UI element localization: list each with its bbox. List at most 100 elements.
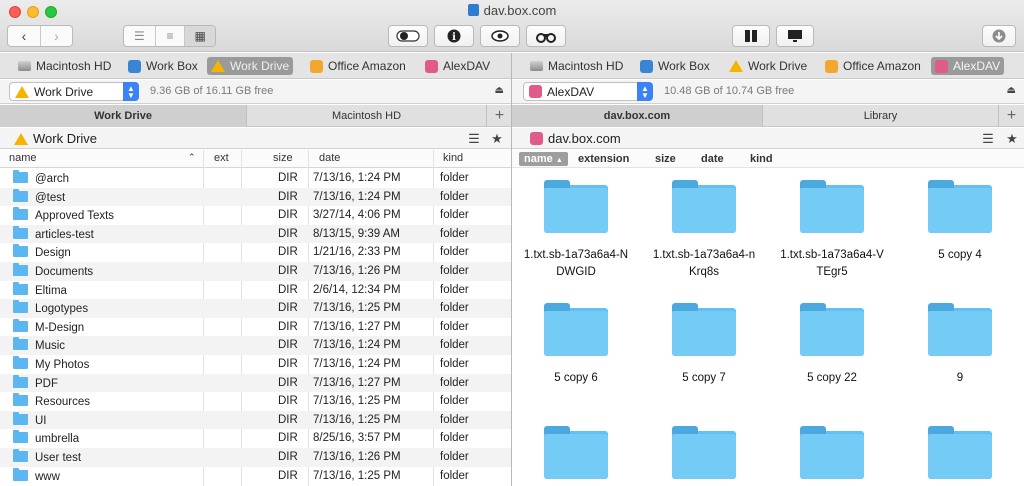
search-button[interactable] bbox=[526, 25, 566, 47]
table-row[interactable]: www DIR 7/13/16, 1:25 PM folder bbox=[0, 467, 511, 486]
eject-icon[interactable]: ⏏ bbox=[495, 85, 504, 96]
table-row[interactable]: Documents DIR 7/13/16, 1:26 PM folder bbox=[0, 261, 511, 281]
file-size: DIR bbox=[278, 172, 298, 184]
menu-icon[interactable]: ☰ bbox=[980, 131, 996, 146]
table-row[interactable]: @test DIR 7/13/16, 1:24 PM folder bbox=[0, 187, 511, 207]
grid-item[interactable]: 1.txt.sb-1a73a6a4-N DWGID bbox=[512, 180, 640, 281]
col-size[interactable]: size bbox=[273, 152, 293, 164]
sort-size[interactable]: size bbox=[655, 153, 676, 165]
tab-dav-box-com[interactable]: dav.box.com bbox=[512, 105, 762, 127]
sort-kind[interactable]: kind bbox=[750, 153, 773, 165]
grid-item[interactable]: 5 copy 4 bbox=[896, 180, 1024, 264]
sort-extension[interactable]: extension bbox=[578, 153, 629, 165]
row-name-cell: Documents bbox=[13, 262, 93, 278]
table-row[interactable]: Logotypes DIR 7/13/16, 1:25 PM folder bbox=[0, 299, 511, 318]
window-title-wrap: dav.box.com bbox=[0, 3, 1024, 18]
fav-work-box[interactable]: Work Box bbox=[124, 57, 202, 75]
folder-icon bbox=[800, 180, 864, 233]
toggle-hidden-button[interactable] bbox=[388, 25, 428, 47]
col-date[interactable]: date bbox=[319, 152, 340, 164]
table-row[interactable]: Resources DIR 7/13/16, 1:25 PM folder bbox=[0, 392, 511, 411]
fav-work-box[interactable]: Work Box bbox=[636, 57, 714, 75]
grid-item[interactable]: 9 bbox=[896, 303, 1024, 387]
table-row[interactable]: Eltima DIR 2/6/14, 12:34 PM folder bbox=[0, 281, 511, 300]
right-breadcrumb[interactable]: dav.box.com bbox=[530, 131, 621, 146]
fav-label: AlexDAV bbox=[443, 59, 491, 73]
back-button[interactable]: ‹ bbox=[8, 26, 40, 46]
webdav-icon bbox=[425, 59, 438, 73]
table-row[interactable]: My Photos DIR 7/13/16, 1:24 PM folder bbox=[0, 355, 511, 374]
grid-item[interactable] bbox=[640, 426, 768, 486]
file-date: 8/13/15, 9:39 AM bbox=[313, 227, 400, 240]
table-row[interactable]: UI DIR 7/13/16, 1:25 PM folder bbox=[0, 410, 511, 430]
table-row[interactable]: User test DIR 7/13/16, 1:26 PM folder bbox=[0, 447, 511, 467]
tab-library[interactable]: Library bbox=[762, 105, 998, 127]
star-icon[interactable]: ★ bbox=[489, 131, 505, 146]
col-name[interactable]: name bbox=[9, 152, 37, 164]
toggle-icon bbox=[396, 30, 420, 42]
left-drive-select[interactable]: Work Drive ▲ ▼ bbox=[9, 82, 139, 101]
left-path-label: Work Drive bbox=[33, 131, 98, 146]
folder-icon bbox=[13, 448, 28, 462]
file-kind: folder bbox=[440, 190, 469, 203]
add-tab-button[interactable]: + bbox=[486, 105, 512, 127]
fav-macintosh-hd[interactable]: Macintosh HD bbox=[526, 57, 627, 75]
file-date: 7/13/16, 1:24 PM bbox=[313, 357, 401, 370]
grid-item[interactable]: 5 copy 6 bbox=[512, 303, 640, 387]
table-row[interactable]: M-Design DIR 7/13/16, 1:27 PM folder bbox=[0, 318, 511, 337]
grid-item[interactable]: 5 copy 22 bbox=[768, 303, 896, 387]
col-kind[interactable]: kind bbox=[443, 152, 463, 164]
right-drive-select[interactable]: AlexDAV ▲ ▼ bbox=[523, 82, 653, 101]
list-view-icon[interactable]: ☰ bbox=[124, 26, 155, 46]
table-row[interactable]: articles-test DIR 8/13/15, 9:39 AM folder bbox=[0, 224, 511, 244]
file-size: DIR bbox=[278, 413, 298, 426]
table-row[interactable]: umbrella DIR 8/25/16, 3:57 PM folder bbox=[0, 429, 511, 448]
grid-item[interactable] bbox=[512, 426, 640, 486]
fav-office-amazon[interactable]: Office Amazon bbox=[821, 57, 925, 75]
table-row[interactable]: PDF DIR 7/13/16, 1:27 PM folder bbox=[0, 373, 511, 393]
amazon-icon bbox=[310, 59, 323, 73]
table-row[interactable]: Design DIR 1/21/16, 2:33 PM folder bbox=[0, 243, 511, 262]
forward-button[interactable]: › bbox=[40, 26, 72, 46]
right-drive-bar: AlexDAV ▲ ▼ 10.48 GB of 10.74 GB free ⏏ bbox=[512, 80, 1024, 104]
eject-icon[interactable]: ⏏ bbox=[1007, 85, 1016, 96]
grid-item[interactable] bbox=[768, 426, 896, 486]
file-size: DIR bbox=[278, 469, 298, 482]
folder-icon bbox=[13, 318, 28, 332]
downloads-button[interactable] bbox=[982, 25, 1016, 47]
grid-item[interactable]: 1.txt.sb-1a73a6a4-V TEgr5 bbox=[768, 180, 896, 281]
google-drive-icon bbox=[211, 60, 225, 72]
row-name-cell: articles-test bbox=[13, 225, 94, 241]
grid-item[interactable]: 5 copy 7 bbox=[640, 303, 768, 387]
fav-alexdav[interactable]: AlexDAV bbox=[931, 57, 1005, 75]
grid-item[interactable] bbox=[896, 426, 1024, 486]
table-row[interactable]: @arch DIR 7/13/16, 1:24 PM folder bbox=[0, 169, 511, 188]
quick-look-button[interactable] bbox=[480, 25, 520, 47]
item-name-line1: 5 copy 7 bbox=[682, 372, 726, 384]
sort-date[interactable]: date bbox=[701, 153, 724, 165]
remote-connect-button[interactable] bbox=[776, 25, 814, 47]
tab-work-drive[interactable]: Work Drive bbox=[0, 105, 246, 127]
tab-macintosh-hd[interactable]: Macintosh HD bbox=[246, 105, 486, 127]
info-button[interactable]: i bbox=[434, 25, 474, 47]
fav-work-drive[interactable]: Work Drive bbox=[725, 57, 811, 75]
file-name: @test bbox=[35, 191, 66, 204]
add-tab-button[interactable]: + bbox=[998, 105, 1024, 127]
col-ext[interactable]: ext bbox=[214, 152, 229, 164]
grid-item[interactable]: 1.txt.sb-1a73a6a4-n Krq8s bbox=[640, 180, 768, 281]
sort-name[interactable]: name ▲ bbox=[519, 152, 568, 166]
fav-office-amazon[interactable]: Office Amazon bbox=[306, 57, 410, 75]
table-row[interactable]: Music DIR 7/13/16, 1:24 PM folder bbox=[0, 336, 511, 355]
left-breadcrumb[interactable]: Work Drive bbox=[14, 131, 97, 146]
star-icon[interactable]: ★ bbox=[1004, 131, 1020, 146]
fav-label: Work Box bbox=[146, 59, 198, 73]
table-row[interactable]: Approved Texts DIR 3/27/14, 4:06 PM folder bbox=[0, 206, 511, 225]
detail-view-icon[interactable]: ≡ bbox=[154, 26, 185, 46]
fav-work-drive[interactable]: Work Drive bbox=[207, 57, 294, 75]
icon-view-icon[interactable]: ▦ bbox=[184, 26, 215, 46]
file-date: 7/13/16, 1:27 PM bbox=[313, 376, 401, 389]
dual-pane-button[interactable] bbox=[732, 25, 770, 47]
menu-icon[interactable]: ☰ bbox=[466, 131, 482, 146]
fav-alexdav[interactable]: AlexDAV bbox=[421, 57, 494, 75]
fav-macintosh-hd[interactable]: Macintosh HD bbox=[14, 57, 115, 75]
